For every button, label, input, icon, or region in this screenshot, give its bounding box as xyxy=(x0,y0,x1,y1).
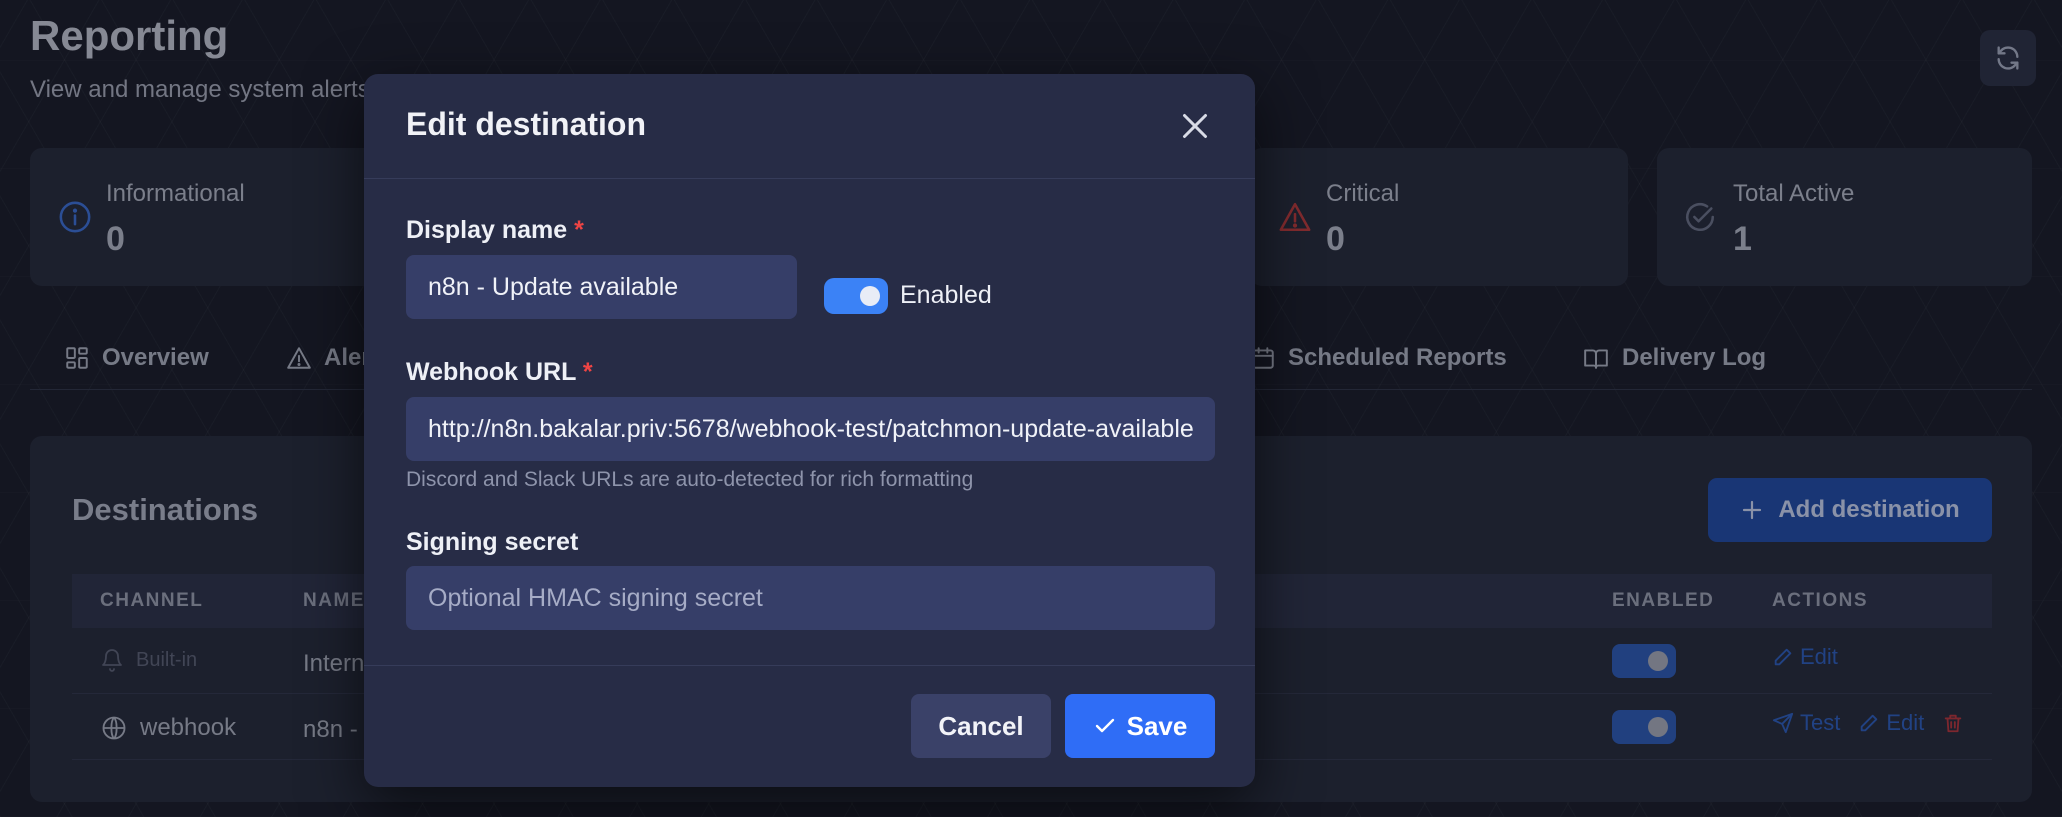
close-icon[interactable] xyxy=(1177,108,1213,144)
required-marker: * xyxy=(574,216,584,244)
webhook-url-label-text: Webhook URL xyxy=(406,358,576,386)
modal-header-divider xyxy=(364,178,1255,179)
display-name-label: Display name * xyxy=(406,216,584,245)
save-label: Save xyxy=(1126,710,1188,741)
enabled-toggle[interactable] xyxy=(824,278,888,314)
check-icon xyxy=(1095,718,1114,733)
modal-footer-divider xyxy=(364,665,1255,666)
display-name-label-text: Display name xyxy=(406,216,568,244)
edit-destination-modal: Edit destination Display name * n8n - Up… xyxy=(364,74,1255,787)
webhook-url-label: Webhook URL * xyxy=(406,358,593,387)
display-name-input[interactable]: n8n - Update available xyxy=(406,255,797,319)
save-button[interactable]: Save xyxy=(1065,694,1215,758)
signing-secret-input[interactable]: Optional HMAC signing secret xyxy=(406,566,1215,630)
signing-secret-label: Signing secret xyxy=(406,528,579,556)
enabled-label: Enabled xyxy=(900,281,992,309)
cancel-button[interactable]: Cancel xyxy=(911,694,1051,758)
required-marker: * xyxy=(582,358,593,386)
modal-title: Edit destination xyxy=(406,106,646,142)
webhook-url-input[interactable]: http://n8n.bakalar.priv:5678/webhook-tes… xyxy=(406,397,1215,461)
webhook-helper-text: Discord and Slack URLs are auto-detected… xyxy=(406,468,974,491)
